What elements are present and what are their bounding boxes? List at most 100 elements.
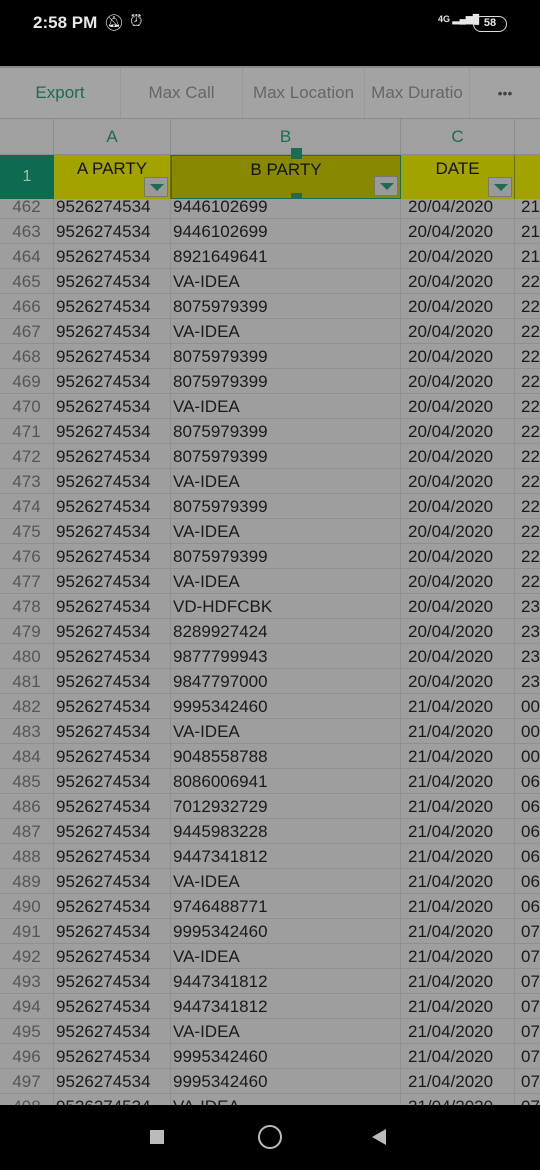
cell-time[interactable]: 22 — [515, 394, 540, 419]
max-duration-button[interactable]: Max Duratio — [365, 68, 470, 118]
cell-time[interactable]: 07 — [515, 1019, 540, 1044]
row-number[interactable]: 489 — [0, 869, 54, 894]
cell-a-party[interactable]: 9526274534 — [54, 419, 171, 444]
cell-date[interactable]: 21/04/2020 — [401, 694, 515, 719]
cell-date[interactable]: 20/04/2020 — [401, 469, 515, 494]
cell-b-party[interactable]: VA-IDEA — [171, 394, 401, 419]
cell-time[interactable]: 22 — [515, 544, 540, 569]
cell-a-party[interactable]: 9526274534 — [54, 669, 171, 694]
row-number[interactable]: 473 — [0, 469, 54, 494]
cell-a-party[interactable]: 9526274534 — [54, 869, 171, 894]
cell-time[interactable]: 07 — [515, 944, 540, 969]
cell-date[interactable]: 20/04/2020 — [401, 669, 515, 694]
row-number[interactable]: 463 — [0, 219, 54, 244]
row-number[interactable]: 466 — [0, 294, 54, 319]
cell-b-party[interactable]: VA-IDEA — [171, 944, 401, 969]
cell-time[interactable]: 06 — [515, 869, 540, 894]
column-header-d[interactable] — [515, 119, 540, 155]
export-button[interactable]: Export — [0, 68, 121, 118]
cell-a-party[interactable]: 9526274534 — [54, 594, 171, 619]
cell-a-party[interactable]: 9526274534 — [54, 319, 171, 344]
cell-time[interactable]: 06 — [515, 794, 540, 819]
cell-b-party[interactable]: VD-HDFCBK — [171, 594, 401, 619]
cell-date[interactable]: 20/04/2020 — [401, 519, 515, 544]
cell-date[interactable]: 20/04/2020 — [401, 569, 515, 594]
row-number[interactable]: 491 — [0, 919, 54, 944]
cell-b-party[interactable]: 9445983228 — [171, 819, 401, 844]
cell-time[interactable]: 22 — [515, 569, 540, 594]
cell-b-party[interactable]: VA-IDEA — [171, 569, 401, 594]
cell-b-party[interactable]: 9995342460 — [171, 694, 401, 719]
cell-b-party[interactable]: 8075979399 — [171, 369, 401, 394]
row-number[interactable]: 492 — [0, 944, 54, 969]
filter-dropdown-icon[interactable] — [374, 176, 398, 196]
cell-time[interactable]: 23 — [515, 644, 540, 669]
cell-date[interactable]: 20/04/2020 — [401, 619, 515, 644]
cell-time[interactable]: 23 — [515, 669, 540, 694]
cell-time[interactable]: 22 — [515, 469, 540, 494]
cell-time[interactable]: 00 — [515, 744, 540, 769]
cell-time[interactable]: 07 — [515, 969, 540, 994]
cell-b-party[interactable]: 9447341812 — [171, 844, 401, 869]
cell-date[interactable]: 21/04/2020 — [401, 869, 515, 894]
cell-a-party[interactable]: 9526274534 — [54, 219, 171, 244]
recents-button[interactable] — [150, 1130, 164, 1144]
row-number[interactable]: 468 — [0, 344, 54, 369]
header-cell-b-party[interactable]: B PARTY — [171, 155, 401, 199]
cell-time[interactable]: 06 — [515, 769, 540, 794]
cell-date[interactable]: 20/04/2020 — [401, 644, 515, 669]
cell-date[interactable]: 21/04/2020 — [401, 1019, 515, 1044]
cell-b-party[interactable]: VA-IDEA — [171, 319, 401, 344]
cell-b-party[interactable]: VA-IDEA — [171, 269, 401, 294]
selection-handle-top[interactable] — [291, 148, 302, 159]
header-cell-d[interactable] — [515, 155, 540, 199]
cell-a-party[interactable]: 9526274534 — [54, 944, 171, 969]
cell-time[interactable]: 07 — [515, 1069, 540, 1094]
cell-b-party[interactable]: 9447341812 — [171, 969, 401, 994]
cell-a-party[interactable]: 9526274534 — [54, 644, 171, 669]
cell-time[interactable]: 00 — [515, 694, 540, 719]
cell-time[interactable]: 22 — [515, 494, 540, 519]
cell-time[interactable]: 23 — [515, 619, 540, 644]
row-number[interactable]: 495 — [0, 1019, 54, 1044]
cell-a-party[interactable]: 9526274534 — [54, 794, 171, 819]
cell-b-party[interactable]: 8075979399 — [171, 419, 401, 444]
cell-time[interactable]: 07 — [515, 919, 540, 944]
cell-a-party[interactable]: 9526274534 — [54, 1044, 171, 1069]
row-number[interactable]: 498 — [0, 1094, 54, 1105]
cell-date[interactable]: 21/04/2020 — [401, 1069, 515, 1094]
more-menu-icon[interactable]: ••• — [470, 68, 540, 118]
row-number-1[interactable]: 1 — [0, 155, 54, 199]
cell-time[interactable]: 22 — [515, 269, 540, 294]
max-call-button[interactable]: Max Call — [121, 68, 243, 118]
select-all-corner[interactable] — [0, 119, 54, 155]
filter-dropdown-icon[interactable] — [488, 177, 512, 197]
cell-date[interactable]: 21/04/2020 — [401, 894, 515, 919]
cell-a-party[interactable]: 9526274534 — [54, 694, 171, 719]
cell-a-party[interactable]: 9526274534 — [54, 919, 171, 944]
row-number[interactable]: 480 — [0, 644, 54, 669]
header-cell-date[interactable]: DATE — [401, 155, 515, 199]
cell-b-party[interactable]: 9446102699 — [171, 199, 401, 219]
row-number[interactable]: 464 — [0, 244, 54, 269]
cell-a-party[interactable]: 9526274534 — [54, 469, 171, 494]
cell-b-party[interactable]: 8075979399 — [171, 294, 401, 319]
cell-date[interactable]: 20/04/2020 — [401, 244, 515, 269]
cell-b-party[interactable]: 9447341812 — [171, 994, 401, 1019]
cell-b-party[interactable]: VA-IDEA — [171, 869, 401, 894]
cell-date[interactable]: 21/04/2020 — [401, 969, 515, 994]
cell-date[interactable]: 21/04/2020 — [401, 794, 515, 819]
cell-b-party[interactable]: 8921649641 — [171, 244, 401, 269]
cell-a-party[interactable]: 9526274534 — [54, 199, 171, 219]
cell-date[interactable]: 20/04/2020 — [401, 594, 515, 619]
cell-b-party[interactable]: VA-IDEA — [171, 719, 401, 744]
row-number[interactable]: 470 — [0, 394, 54, 419]
cell-date[interactable]: 21/04/2020 — [401, 719, 515, 744]
cell-time[interactable]: 22 — [515, 344, 540, 369]
cell-b-party[interactable]: 9446102699 — [171, 219, 401, 244]
cell-time[interactable]: 07 — [515, 1044, 540, 1069]
cell-date[interactable]: 21/04/2020 — [401, 819, 515, 844]
row-number[interactable]: 469 — [0, 369, 54, 394]
row-number[interactable]: 481 — [0, 669, 54, 694]
cell-b-party[interactable]: 8075979399 — [171, 444, 401, 469]
